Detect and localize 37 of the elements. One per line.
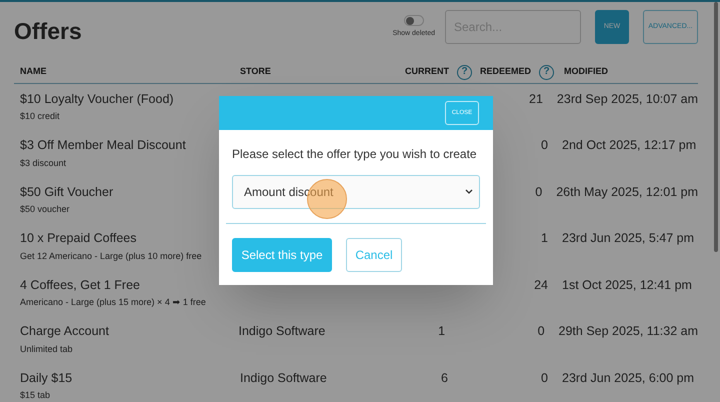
- store-cell: Indigo Software: [240, 370, 327, 384]
- modified-cell: 1st Oct 2025, 12:41 pm: [562, 278, 692, 292]
- offer-name[interactable]: Charge Account: [20, 322, 238, 341]
- modified-cell: 29th Sep 2025, 11:32 am: [558, 324, 698, 338]
- offer-name[interactable]: Daily $15: [20, 368, 240, 388]
- show-deleted-toggle[interactable]: [404, 15, 424, 26]
- chevron-down-icon: [465, 189, 473, 195]
- current-cell: 6: [441, 370, 448, 384]
- modified-cell: 26th May 2025, 12:01 pm: [556, 184, 698, 198]
- offer-detail: Get 12 Americano - Large (plus 10 more) free: [20, 250, 203, 262]
- column-header: STORE: [240, 66, 271, 76]
- offer-detail: $3 discount: [20, 156, 68, 169]
- redeemed-cell: 1: [541, 231, 548, 245]
- redeemed-cell: 21: [529, 92, 543, 106]
- modified-cell: 23rd Jun 2025, 6:00 pm: [562, 370, 694, 384]
- offer-detail: $50 voucher: [20, 203, 71, 216]
- offer-detail: $15 tab: [20, 389, 52, 402]
- redeemed-cell: 24: [534, 278, 548, 292]
- column-header: NAME: [20, 66, 46, 76]
- redeemed-cell: 0: [541, 370, 548, 384]
- page-title: Offers: [14, 17, 82, 46]
- column-header: CURRENT: [405, 65, 449, 78]
- modified-cell: 23rd Sep 2025, 10:07 am: [556, 92, 698, 106]
- redeemed-cell: 0: [535, 184, 542, 198]
- modified-cell: 2nd Oct 2025, 12:17 pm: [562, 138, 696, 152]
- offer-detail: Americano - Large (plus 15 more) × 4 ➡ 1 free: [20, 296, 207, 308]
- redeemed-cell: 0: [538, 324, 545, 338]
- current-cell: 1: [438, 324, 446, 338]
- dialog-prompt: Please select the offer type you wish to create: [232, 146, 478, 163]
- offer-type-select[interactable]: Amount discount: [232, 175, 480, 209]
- offer-detail: Unlimited tab: [20, 342, 74, 355]
- modified-cell: 23rd Jun 2025, 5:47 pm: [562, 231, 694, 245]
- redeemed-cell: 0: [541, 138, 548, 152]
- offer-detail: $10 credit: [20, 110, 61, 122]
- column-header: REDEEMED: [480, 65, 531, 78]
- column-header: MODIFIED: [564, 66, 608, 76]
- store-cell: Indigo Software: [238, 324, 326, 338]
